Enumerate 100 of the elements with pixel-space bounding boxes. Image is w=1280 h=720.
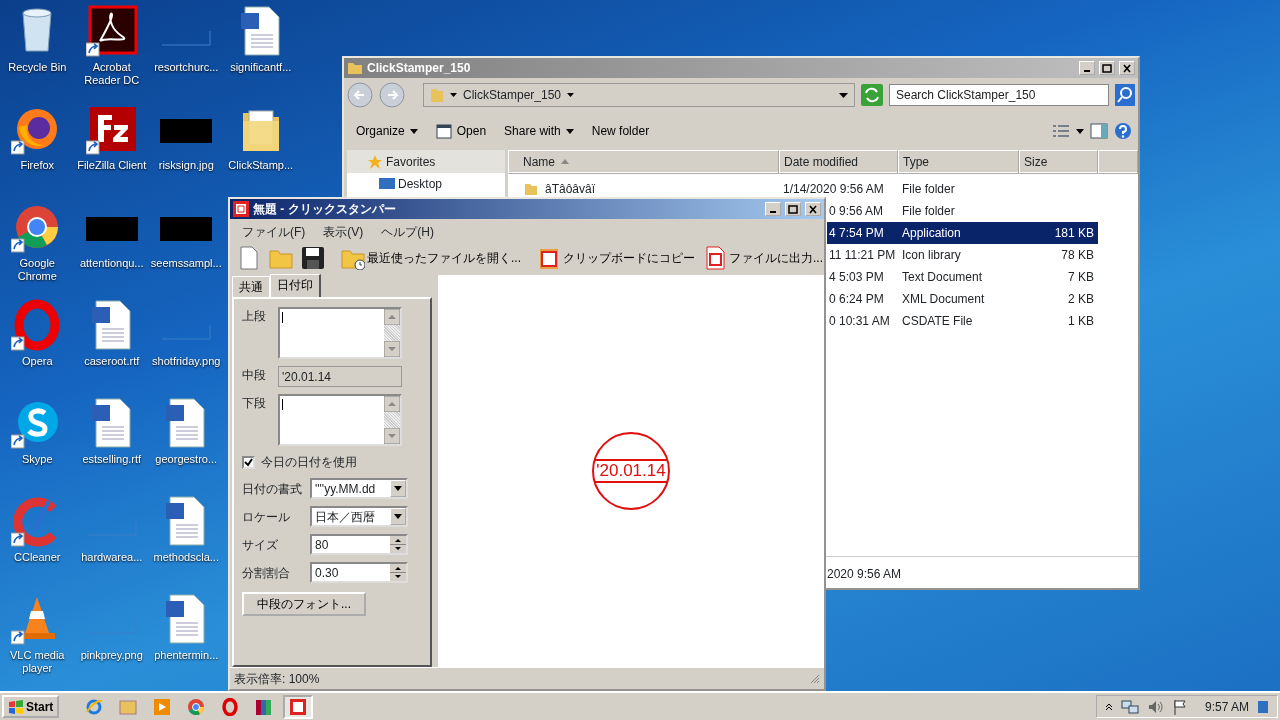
icon-label[interactable]: seemssampl... xyxy=(150,257,222,270)
folder-icon xyxy=(119,697,138,716)
caret-icon[interactable] xyxy=(1076,128,1084,134)
tab[interactable]: 日付印 xyxy=(270,274,321,297)
icon-label[interactable]: Skype xyxy=(21,453,53,466)
spin-field[interactable]: 80 xyxy=(310,534,408,555)
maximize-button[interactable] xyxy=(1099,61,1115,75)
toolbar-button[interactable]: ファイルに出力... xyxy=(700,246,827,270)
file-row[interactable]: 0 9:56 AM File folder xyxy=(827,200,1098,222)
toolbar-button[interactable]: New folder xyxy=(585,120,656,142)
text-field[interactable]: '20.01.14 xyxy=(278,366,402,387)
icon-label[interactable]: Acrobat Reader DC xyxy=(75,61,148,87)
menu-button[interactable]: Organize xyxy=(350,120,424,142)
toolbar-button[interactable]: クリップボードにコピー xyxy=(534,246,698,270)
network-icon[interactable] xyxy=(1120,698,1139,715)
menu-button[interactable]: Share with xyxy=(498,120,580,142)
forward-button[interactable] xyxy=(379,82,405,108)
caret-icon xyxy=(409,128,418,134)
icon-label[interactable]: FileZilla Client xyxy=(77,159,147,172)
star-icon xyxy=(367,154,383,170)
back-button[interactable] xyxy=(347,82,373,108)
field-label: 日付の書式 xyxy=(242,480,303,498)
field-label: 下段 xyxy=(242,395,267,412)
tab[interactable]: 共通 xyxy=(232,276,270,297)
column-header[interactable]: Type xyxy=(898,150,1019,174)
icon-label[interactable]: caseroot.rtf xyxy=(84,355,140,368)
minimize-button[interactable] xyxy=(765,202,781,216)
search-field[interactable]: Search ClickStamper_150 xyxy=(889,84,1109,106)
chevron-up-icon[interactable] xyxy=(1104,702,1113,711)
help-icon[interactable] xyxy=(1114,122,1132,140)
checkbox[interactable] xyxy=(242,455,255,469)
file-date: 4 5:03 PM xyxy=(828,269,885,286)
spin-arrows-icon[interactable] xyxy=(390,536,406,553)
show-desktop-icon[interactable] xyxy=(1257,698,1269,715)
icon-label[interactable]: Google Chrome xyxy=(1,257,74,283)
icon-label[interactable]: resortchurc... xyxy=(154,61,219,74)
menu-item[interactable]: ヘルプ(H) xyxy=(372,221,443,243)
chrome-icon xyxy=(187,697,206,716)
file-size: 7 KB xyxy=(1067,269,1095,286)
desktop-icon xyxy=(379,178,395,190)
icon-label[interactable]: Recycle Bin xyxy=(8,61,67,74)
books-icon xyxy=(255,697,274,716)
icon-label[interactable]: ClickStamp... xyxy=(228,159,294,172)
column-header[interactable]: Date modified xyxy=(779,150,898,174)
view-list-icon[interactable] xyxy=(1052,124,1070,138)
font-button[interactable]: 中段のフォント... xyxy=(242,592,366,616)
dropdown[interactable]: 日本／西暦 xyxy=(310,506,408,527)
close-button[interactable] xyxy=(805,202,821,216)
icon-label[interactable]: Firefox xyxy=(20,159,55,172)
window-title: ClickStamper_150 xyxy=(367,60,472,77)
toolbar-button[interactable]: 最近使ったファイルを開く... xyxy=(338,246,524,270)
refresh-icon[interactable] xyxy=(861,84,883,106)
file-row[interactable]: âTâôâvâï 1/14/2020 9:56 AM File folder xyxy=(508,178,1098,200)
window-title: 無題 - クリックスタンパー xyxy=(253,201,397,218)
icon-label[interactable]: pinkprey.png xyxy=(80,649,143,662)
toolbar-button[interactable]: Open xyxy=(429,120,493,142)
minimize-button[interactable] xyxy=(1079,61,1095,75)
column-header[interactable]: Size xyxy=(1019,150,1098,174)
acrobat-icon[interactable] xyxy=(85,5,138,57)
icon-label[interactable]: risksign.jpg xyxy=(158,159,214,172)
file-date: 1/14/2020 9:56 AM xyxy=(782,181,885,198)
address-bar[interactable]: ClickStamper_150 xyxy=(423,83,855,107)
icon-label[interactable]: hardwarea... xyxy=(81,551,143,564)
file-date: 0 6:24 PM xyxy=(828,291,885,308)
icon-label[interactable]: attentionqu... xyxy=(79,257,144,270)
column-header[interactable]: Name xyxy=(508,150,779,174)
dropdown[interactable]: ''''yy.MM.dd xyxy=(310,478,408,499)
start-button[interactable]: Start xyxy=(2,695,60,718)
spin-field[interactable]: 0.30 xyxy=(310,562,408,583)
file-row[interactable]: 11 11:21 PM Icon library 78 KB xyxy=(827,244,1098,266)
search-icon[interactable] xyxy=(1115,84,1135,106)
close-button[interactable] xyxy=(1119,61,1135,75)
internet-explorer-icon xyxy=(85,697,104,716)
file-row[interactable]: 0 6:24 PM XML Document 2 KB xyxy=(827,288,1098,310)
icon-label[interactable]: Opera xyxy=(21,355,53,368)
spin-arrows-icon[interactable] xyxy=(390,564,406,581)
nav-item[interactable]: Desktop xyxy=(398,175,443,193)
file-type: XML Document xyxy=(901,291,986,308)
icon-label[interactable]: significantf... xyxy=(230,61,292,74)
file-row[interactable]: 4 7:54 PM Application 181 KB xyxy=(827,222,1098,244)
flag-icon[interactable] xyxy=(1172,698,1187,715)
field-label: サイズ xyxy=(242,536,279,554)
dropdown-caret-icon xyxy=(394,514,402,519)
icon-label[interactable]: CCleaner xyxy=(14,551,61,564)
icon-label[interactable]: methodscla... xyxy=(153,551,219,564)
icon-label[interactable]: VLC media player xyxy=(1,649,74,675)
preview-pane-icon[interactable] xyxy=(1090,123,1108,139)
dropdown-caret-icon[interactable] xyxy=(839,92,848,98)
file-row[interactable]: 0 10:31 AM CSDATE File 1 KB xyxy=(827,310,1098,332)
file-name: âTâôâvâï xyxy=(544,181,597,198)
file-size: 1 KB xyxy=(1067,313,1095,330)
play-icon xyxy=(153,697,172,716)
icon-label[interactable]: shotfriday.png xyxy=(152,355,221,368)
maximize-button[interactable] xyxy=(785,202,801,216)
menu-item[interactable]: 表示(V) xyxy=(314,221,373,243)
menu-item[interactable]: ファイル(F) xyxy=(233,221,315,243)
taskbar-button[interactable] xyxy=(283,694,314,719)
icon-label[interactable]: estselling.rtf xyxy=(82,453,142,466)
icon-label[interactable]: georgestro... xyxy=(155,453,218,466)
file-row[interactable]: 4 5:03 PM Text Document 7 KB xyxy=(827,266,1098,288)
